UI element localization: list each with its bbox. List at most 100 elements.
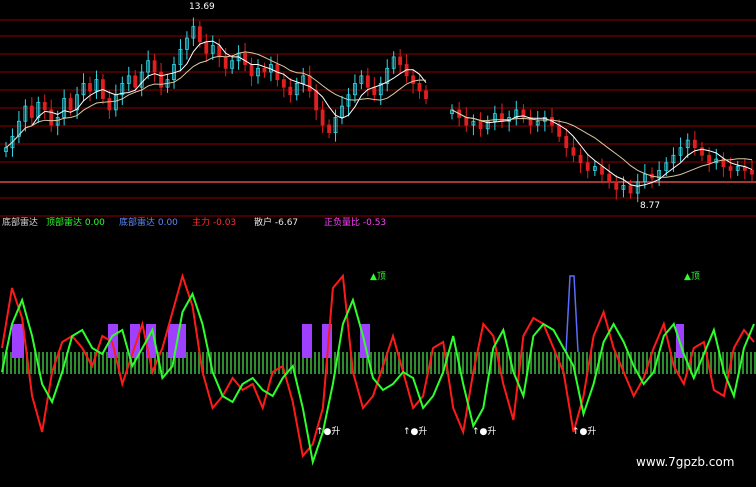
signal-stripe (418, 352, 420, 374)
signal-stripe (374, 352, 376, 374)
signal-stripe (270, 352, 272, 374)
signal-stripe (98, 352, 100, 374)
signal-stripe (434, 352, 436, 374)
candle-body (217, 45, 222, 58)
signal-stripe (662, 352, 664, 374)
volume-block (12, 324, 24, 358)
candle-body (372, 86, 377, 96)
legend-item: 顶部雷达 0.00 (46, 216, 105, 228)
candle-body (585, 162, 590, 171)
candle-body (417, 83, 422, 92)
signal-stripe (642, 352, 644, 374)
signal-stripe (358, 352, 360, 374)
signal-stripe (582, 352, 584, 374)
candle-body (29, 105, 34, 118)
signal-stripe (746, 352, 748, 374)
signal-stripe (502, 352, 504, 374)
candle-body (314, 90, 319, 111)
candle-body (68, 98, 73, 111)
signal-stripe (226, 352, 228, 374)
signal-stripe (354, 352, 356, 374)
signal-stripe (122, 352, 124, 374)
signal-stripe (342, 352, 344, 374)
signal-stripe (390, 352, 392, 374)
candle-body (411, 75, 415, 84)
signal-stripe (262, 352, 264, 374)
signal-stripe (478, 352, 480, 374)
candle-body (197, 26, 202, 43)
candle-body (320, 109, 325, 126)
candle-body (478, 120, 483, 130)
candle-body (464, 117, 469, 126)
signal-stripe (46, 352, 48, 374)
signal-stripe (450, 352, 452, 374)
signal-stripe (10, 352, 12, 374)
candle-body (307, 75, 312, 92)
legend-item: 底部雷达 (2, 216, 38, 228)
signal-stripe (190, 352, 192, 374)
signal-stripe (234, 352, 236, 374)
signal-stripe (230, 352, 232, 374)
signal-stripe (378, 352, 380, 374)
signal-stripe (242, 352, 244, 374)
signal-stripe (438, 352, 440, 374)
signal-stripe (454, 352, 456, 374)
candle-body (249, 64, 254, 77)
signal-stripe (214, 352, 216, 374)
price-panel (0, 17, 756, 203)
legend-item: 底部雷达 0.00 (119, 216, 178, 228)
signal-stripe (102, 352, 104, 374)
signal-stripe (506, 352, 508, 374)
signal-stripe (734, 352, 736, 374)
signal-stripe (238, 352, 240, 374)
volume-block (302, 324, 312, 358)
signal-stripe (538, 352, 540, 374)
signal-stripe (542, 352, 544, 374)
signal-stripe (106, 352, 108, 374)
signal-stripe (30, 352, 32, 374)
signal-stripe (462, 352, 464, 374)
signal-stripe (194, 352, 196, 374)
signal-stripe (70, 352, 72, 374)
candle-body (281, 79, 286, 88)
signal-stripe (250, 352, 252, 374)
legend-item: 主力 -0.03 (192, 216, 236, 228)
candle-body (262, 67, 267, 73)
candle-body (564, 135, 569, 149)
legend-item: 散户 -6.67 (254, 216, 298, 228)
top-marker-left: ▲顶 (370, 271, 386, 282)
signal-stripe (206, 352, 208, 374)
signal-stripe (694, 352, 696, 374)
signal-stripe (602, 352, 604, 374)
signal-stripe (394, 352, 396, 374)
signal-stripe (278, 352, 280, 374)
signal-stripe (594, 352, 596, 374)
candle-body (571, 147, 576, 156)
signal-stripe (410, 352, 412, 374)
signal-stripe (666, 352, 668, 374)
signal-stripe (346, 352, 348, 374)
signal-stripe (626, 352, 628, 374)
candle-body (600, 166, 604, 175)
candle-body (223, 56, 228, 69)
candle-body (204, 41, 209, 54)
signal-stripe (546, 352, 548, 374)
signal-stripe (422, 352, 424, 374)
candle-body (607, 173, 612, 183)
signal-stripe (482, 352, 484, 374)
candle-body (614, 181, 619, 190)
signal-stripe (466, 352, 468, 374)
top-marker-right: ▲顶 (684, 271, 700, 282)
signal-stripe (534, 352, 536, 374)
candle-body (424, 90, 428, 99)
signal-stripe (318, 352, 320, 374)
signal-stripe (750, 352, 752, 374)
signal-stripe (254, 352, 256, 374)
signal-stripe (578, 352, 580, 374)
candle-body (557, 124, 562, 137)
signal-stripe (290, 352, 292, 374)
signal-stripe (550, 352, 552, 374)
blue-spike-line (565, 275, 579, 353)
candle-body (288, 86, 293, 96)
legend-item: 正负量比 -0.53 (324, 216, 386, 228)
